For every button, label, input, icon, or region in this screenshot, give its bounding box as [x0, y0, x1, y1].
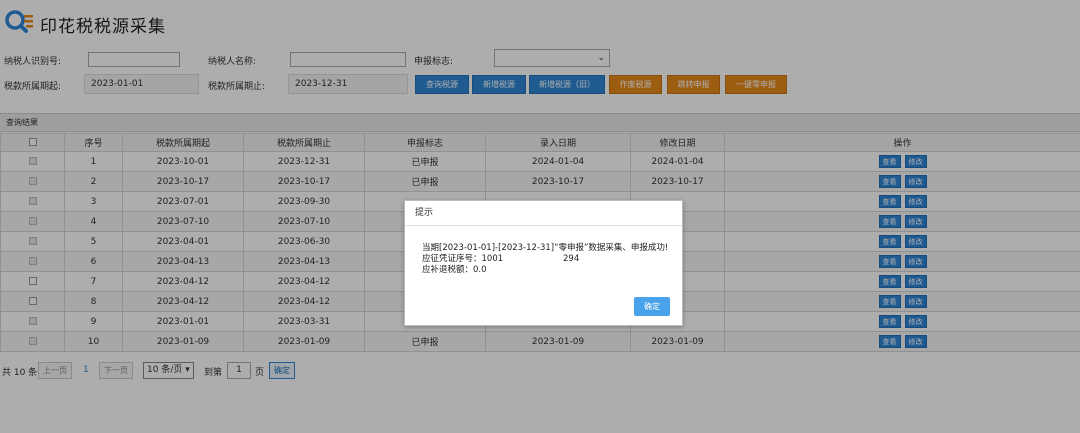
voucher-label: 应征凭证序号：1001: [422, 254, 504, 264]
dialog-line-result: 当期[2023-01-01]-[2023-12-31]“零申报”数据采集、申报成…: [422, 243, 669, 253]
dialog-message: 当期[2023-01-01]-[2023-12-31]“零申报”数据采集、申报成…: [422, 243, 668, 276]
dialog-ok-button[interactable]: 确定: [634, 297, 670, 316]
dialog-line-amount: 应补退税额：0.0: [422, 265, 487, 275]
dialog-title: 提示: [405, 201, 682, 226]
voucher-suffix: 294: [563, 254, 580, 264]
dialog-line-voucher: 应征凭证序号：1001 294: [422, 254, 668, 265]
alert-dialog: 提示 当期[2023-01-01]-[2023-12-31]“零申报”数据采集、…: [404, 200, 683, 326]
